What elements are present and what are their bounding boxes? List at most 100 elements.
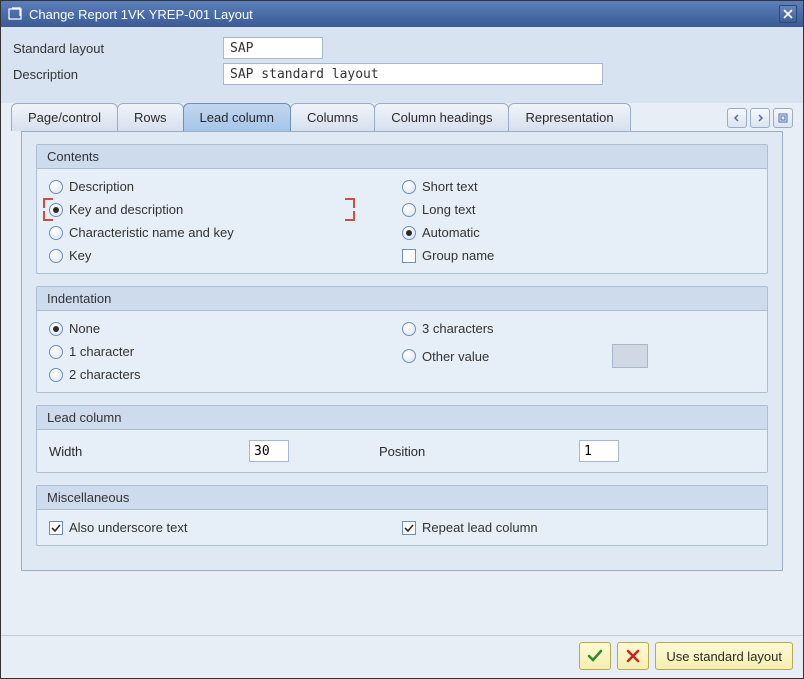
- description-label: Description: [13, 67, 223, 82]
- indent-right-col: 3 characters Other value: [402, 321, 755, 382]
- radio-icon: [49, 345, 63, 359]
- radio-key[interactable]: Key: [49, 248, 402, 263]
- radio-indent-1[interactable]: 1 character: [49, 344, 402, 359]
- tab-list-button[interactable]: [773, 108, 793, 128]
- contents-right-col: Short text Long text Automatic Grou: [402, 179, 755, 263]
- radio-long-text-label: Long text: [422, 202, 476, 217]
- checkbox-group-name-label: Group name: [422, 248, 494, 263]
- tab-scroll-controls: [727, 108, 793, 131]
- group-misc: Miscellaneous Also underscore text Repea…: [36, 485, 768, 546]
- group-indentation: Indentation None 1 character: [36, 286, 768, 393]
- tab-column-headings[interactable]: Column headings: [374, 103, 509, 131]
- group-indentation-title: Indentation: [37, 287, 767, 311]
- use-standard-layout-label: Use standard layout: [666, 649, 782, 664]
- tab-area: Page/control Rows Lead column Columns Co…: [1, 103, 803, 581]
- chevron-left-icon: [733, 114, 741, 122]
- group-contents-title: Contents: [37, 145, 767, 169]
- indent-other-input: [612, 344, 648, 368]
- tab-scroll-right[interactable]: [750, 108, 770, 128]
- radio-icon: [402, 226, 416, 240]
- footer-bar: Use standard layout: [1, 635, 803, 678]
- radio-icon: [49, 226, 63, 240]
- radio-long-text[interactable]: Long text: [402, 202, 755, 217]
- ok-button[interactable]: [579, 642, 611, 670]
- radio-indent-1-label: 1 character: [69, 344, 134, 359]
- misc-left-col: Also underscore text: [49, 520, 402, 535]
- checkbox-group-name[interactable]: Group name: [402, 248, 755, 263]
- radio-indent-3-label: 3 characters: [422, 321, 494, 336]
- chevron-right-icon: [756, 114, 764, 122]
- width-label: Width: [49, 444, 249, 459]
- radio-description[interactable]: Description: [49, 179, 402, 194]
- window-icon: [7, 6, 23, 22]
- radio-key-and-description[interactable]: Key and description: [49, 202, 349, 217]
- checkbox-icon: [402, 249, 416, 263]
- checkbox-icon: [49, 521, 63, 535]
- radio-char-name-key-label: Characteristic name and key: [69, 225, 234, 240]
- radio-short-text[interactable]: Short text: [402, 179, 755, 194]
- titlebar: Change Report 1VK YREP-001 Layout: [1, 1, 803, 27]
- group-misc-title: Miscellaneous: [37, 486, 767, 510]
- width-input[interactable]: [249, 440, 289, 462]
- tab-content: Contents Description: [21, 131, 783, 571]
- group-contents: Contents Description: [36, 144, 768, 274]
- tab-representation[interactable]: Representation: [508, 103, 630, 131]
- radio-key-label: Key: [69, 248, 91, 263]
- tab-lead-column[interactable]: Lead column: [183, 103, 291, 131]
- radio-description-label: Description: [69, 179, 134, 194]
- misc-right-col: Repeat lead column: [402, 520, 755, 535]
- radio-icon: [49, 368, 63, 382]
- radio-indent-2[interactable]: 2 characters: [49, 367, 402, 382]
- radio-icon: [402, 349, 416, 363]
- radio-indent-other[interactable]: Other value: [402, 349, 602, 364]
- radio-indent-2-label: 2 characters: [69, 367, 141, 382]
- checkbox-repeat-lead-label: Repeat lead column: [422, 520, 538, 535]
- indent-left-col: None 1 character 2 characters: [49, 321, 402, 382]
- close-icon: [783, 9, 793, 19]
- radio-icon: [402, 180, 416, 194]
- use-standard-layout-button[interactable]: Use standard layout: [655, 642, 793, 670]
- standard-layout-label: Standard layout: [13, 41, 223, 56]
- tab-list-icon: [778, 113, 788, 123]
- checkbox-underscore[interactable]: Also underscore text: [49, 520, 402, 535]
- cancel-button[interactable]: [617, 642, 649, 670]
- position-input[interactable]: [579, 440, 619, 462]
- header-fields: Standard layout Description: [1, 27, 803, 103]
- close-button[interactable]: [779, 5, 797, 23]
- tab-scroll-left[interactable]: [727, 108, 747, 128]
- checkbox-icon: [402, 521, 416, 535]
- radio-char-name-key[interactable]: Characteristic name and key: [49, 225, 402, 240]
- tab-columns[interactable]: Columns: [290, 103, 375, 131]
- radio-icon: [402, 322, 416, 336]
- description-input[interactable]: [223, 63, 603, 85]
- standard-layout-input[interactable]: [223, 37, 323, 59]
- cancel-icon: [626, 649, 640, 663]
- radio-indent-none-label: None: [69, 321, 100, 336]
- radio-indent-none[interactable]: None: [49, 321, 402, 336]
- radio-indent-3[interactable]: 3 characters: [402, 321, 755, 336]
- radio-icon: [402, 203, 416, 217]
- dialog-window: Change Report 1VK YREP-001 Layout Standa…: [0, 0, 804, 679]
- radio-short-text-label: Short text: [422, 179, 478, 194]
- field-row-description: Description: [13, 63, 791, 85]
- radio-automatic-label: Automatic: [422, 225, 480, 240]
- tab-rows[interactable]: Rows: [117, 103, 184, 131]
- group-lead-column: Lead column Width Position: [36, 405, 768, 473]
- checkbox-underscore-label: Also underscore text: [69, 520, 188, 535]
- radio-icon: [49, 249, 63, 263]
- radio-automatic[interactable]: Automatic: [402, 225, 755, 240]
- radio-icon: [49, 180, 63, 194]
- radio-key-and-description-label: Key and description: [69, 202, 183, 217]
- field-row-standard-layout: Standard layout: [13, 37, 791, 59]
- position-label: Position: [379, 444, 579, 459]
- tab-page-control[interactable]: Page/control: [11, 103, 118, 131]
- radio-icon: [49, 203, 63, 217]
- radio-indent-other-label: Other value: [422, 349, 489, 364]
- checkbox-repeat-lead[interactable]: Repeat lead column: [402, 520, 755, 535]
- contents-left-col: Description Key and description: [49, 179, 402, 263]
- group-lead-column-title: Lead column: [37, 406, 767, 430]
- window-title: Change Report 1VK YREP-001 Layout: [29, 7, 779, 22]
- radio-icon: [49, 322, 63, 336]
- check-icon: [587, 648, 603, 664]
- tab-row: Page/control Rows Lead column Columns Co…: [11, 103, 793, 131]
